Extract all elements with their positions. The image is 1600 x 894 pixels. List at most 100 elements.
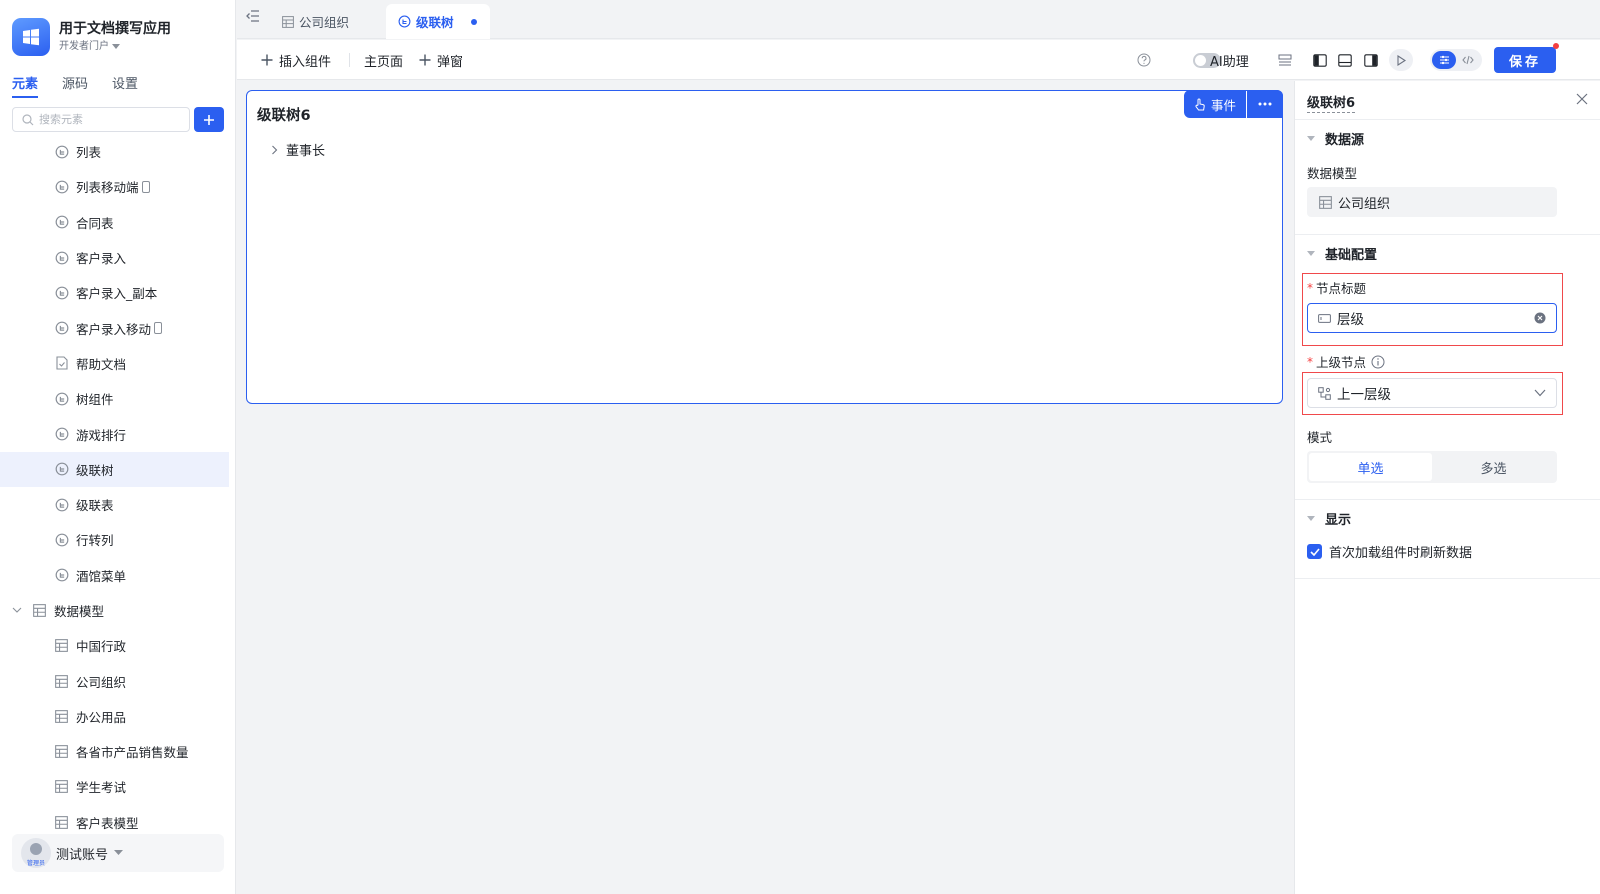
table-icon bbox=[32, 603, 47, 618]
section-display[interactable]: 显示 bbox=[1307, 509, 1351, 528]
tab-elements[interactable]: 元素 bbox=[12, 76, 39, 98]
right-panel-icon[interactable] bbox=[1361, 50, 1381, 70]
tree-component-icon bbox=[54, 285, 69, 300]
sidebar-item-label: 办公用品 bbox=[76, 709, 127, 725]
cascade-tree-widget[interactable]: 级联树6 事件 董事长 bbox=[246, 90, 1283, 404]
app-header: 用于文档撰写应用 开发者门户 bbox=[12, 17, 171, 57]
search-input[interactable] bbox=[39, 113, 179, 126]
sidebar-item-data-model[interactable]: 中国行政 bbox=[0, 628, 236, 663]
more-icon bbox=[1258, 102, 1272, 106]
help-icon[interactable] bbox=[1134, 50, 1154, 70]
sidebar-item[interactable]: 级联表 bbox=[0, 487, 236, 522]
avatar: 管理员 bbox=[21, 838, 51, 868]
sidebar-item-label: 级联表 bbox=[76, 498, 114, 514]
node-title-value: 层级 bbox=[1337, 312, 1364, 328]
visual-mode-button[interactable] bbox=[1432, 51, 1456, 69]
component-name[interactable]: 级联树6 bbox=[1307, 92, 1356, 113]
tab-cascade-tree[interactable]: 级联树 bbox=[386, 4, 490, 39]
collapse-sidebar-icon[interactable] bbox=[246, 10, 260, 22]
tab-source[interactable]: 源码 bbox=[62, 76, 88, 98]
home-page-button[interactable]: 主页面 bbox=[364, 40, 403, 80]
sidebar-item[interactable]: 树组件 bbox=[0, 381, 236, 416]
unsaved-indicator bbox=[470, 18, 477, 25]
section-heading: 数据源 bbox=[1325, 133, 1365, 148]
sidebar-item-data-model[interactable]: 各省市产品销售数量 bbox=[0, 734, 236, 769]
table-icon bbox=[54, 779, 69, 794]
sidebar-item[interactable]: 列表移动端 bbox=[0, 169, 236, 204]
sidebar-item[interactable]: 酒馆菜单 bbox=[0, 558, 236, 593]
sidebar-item[interactable]: 级联树 bbox=[0, 451, 229, 487]
refresh-on-load-checkbox[interactable]: 首次加载组件时刷新数据 bbox=[1307, 542, 1472, 561]
close-icon[interactable] bbox=[1576, 93, 1588, 105]
parent-node-select[interactable]: 上一层级 bbox=[1307, 378, 1557, 408]
clear-icon[interactable] bbox=[1534, 312, 1546, 324]
sidebar-item-label: 学生考试 bbox=[76, 780, 127, 796]
caret-down-icon bbox=[1307, 515, 1315, 521]
divider bbox=[1295, 499, 1600, 500]
data-model-field: 公司组织 bbox=[1307, 187, 1557, 217]
event-button[interactable]: 事件 bbox=[1183, 90, 1246, 118]
relation-icon bbox=[1318, 386, 1331, 400]
code-mode-button[interactable] bbox=[1456, 51, 1480, 69]
sidebar-item-data-model[interactable]: 公司组织 bbox=[0, 663, 236, 698]
more-options-button[interactable] bbox=[1247, 90, 1283, 118]
refresh-on-load-label: 首次加载组件时刷新数据 bbox=[1329, 546, 1473, 561]
tree-node-label: 董事长 bbox=[286, 144, 326, 159]
sidebar-item[interactable]: 列表 bbox=[0, 134, 236, 169]
sidebar-item-label: 酒馆菜单 bbox=[76, 568, 127, 584]
sidebar-group-data-model[interactable]: 数据模型 bbox=[0, 593, 236, 628]
tab-company-org[interactable]: 公司组织 bbox=[282, 4, 349, 39]
node-title-field[interactable]: 层级 bbox=[1307, 303, 1557, 333]
left-panel-icon[interactable] bbox=[1310, 50, 1330, 70]
sidebar-item[interactable]: 行转列 bbox=[0, 522, 236, 557]
sidebar-item-label: 客户表模型 bbox=[76, 815, 139, 830]
sidebar-item[interactable]: 客户录入移动 bbox=[0, 310, 236, 345]
bottom-panel-icon[interactable] bbox=[1335, 50, 1355, 70]
sidebar-group-label: 数据模型 bbox=[54, 604, 105, 619]
mode-multiple-option[interactable]: 多选 bbox=[1432, 453, 1555, 481]
popup-button[interactable]: 弹窗 bbox=[419, 40, 463, 80]
sidebar-item-label: 客户录入 bbox=[76, 251, 127, 267]
section-basic-config[interactable]: 基础配置 bbox=[1307, 244, 1377, 263]
label-text: 上级节点 bbox=[1316, 355, 1367, 370]
checkbox-checked-icon bbox=[1307, 544, 1322, 559]
tree-component-icon bbox=[54, 568, 69, 583]
section-datasource[interactable]: 数据源 bbox=[1307, 129, 1364, 148]
sidebar-item[interactable]: 游戏排行 bbox=[0, 416, 236, 451]
tree-component-icon bbox=[54, 321, 69, 336]
account-switcher[interactable]: 管理员 测试账号 bbox=[12, 834, 224, 872]
text-field-icon bbox=[1318, 313, 1331, 323]
data-model-value: 公司组织 bbox=[1338, 196, 1391, 212]
layout-grid-icon[interactable] bbox=[1275, 50, 1295, 70]
sidebar-item[interactable]: 帮助文档 bbox=[0, 346, 236, 381]
divider bbox=[1295, 234, 1600, 235]
mode-segmented-control: 单选 多选 bbox=[1307, 451, 1557, 483]
preview-button[interactable] bbox=[1389, 49, 1413, 71]
tree-node[interactable]: 董事长 bbox=[271, 140, 325, 159]
search-icon bbox=[22, 113, 34, 125]
widget-actions: 事件 bbox=[1183, 90, 1283, 118]
mode-single-option[interactable]: 单选 bbox=[1309, 453, 1432, 481]
divider bbox=[1295, 119, 1600, 120]
tree-component-icon bbox=[54, 144, 69, 159]
sidebar-item[interactable]: 客户录入 bbox=[0, 240, 236, 275]
tab-settings[interactable]: 设置 bbox=[112, 76, 138, 98]
portal-switcher[interactable]: 开发者门户 bbox=[59, 39, 171, 55]
sidebar-item[interactable]: 合同表 bbox=[0, 205, 236, 240]
toolbar-divider bbox=[349, 53, 350, 67]
insert-component-button[interactable]: 插入组件 bbox=[261, 40, 331, 80]
sidebar-item[interactable]: 客户录入_副本 bbox=[0, 275, 236, 310]
sidebar-item-data-model[interactable]: 办公用品 bbox=[0, 699, 236, 734]
sidebar-item-data-model[interactable]: 学生考试 bbox=[0, 769, 236, 804]
add-element-button[interactable] bbox=[194, 107, 224, 132]
widget-title: 级联树6 bbox=[257, 108, 311, 124]
save-button[interactable]: 保存 bbox=[1494, 47, 1556, 73]
plus-icon bbox=[261, 54, 273, 66]
sidebar-item-data-model[interactable]: 客户表模型 bbox=[0, 805, 236, 830]
sidebar-tabs: 元素 源码 设置 bbox=[12, 76, 138, 98]
table-icon bbox=[282, 15, 294, 28]
field-label-data-model: 数据模型 bbox=[1307, 163, 1357, 182]
popup-label: 弹窗 bbox=[437, 54, 464, 70]
info-icon[interactable] bbox=[1371, 355, 1385, 369]
plus-icon bbox=[419, 54, 431, 66]
